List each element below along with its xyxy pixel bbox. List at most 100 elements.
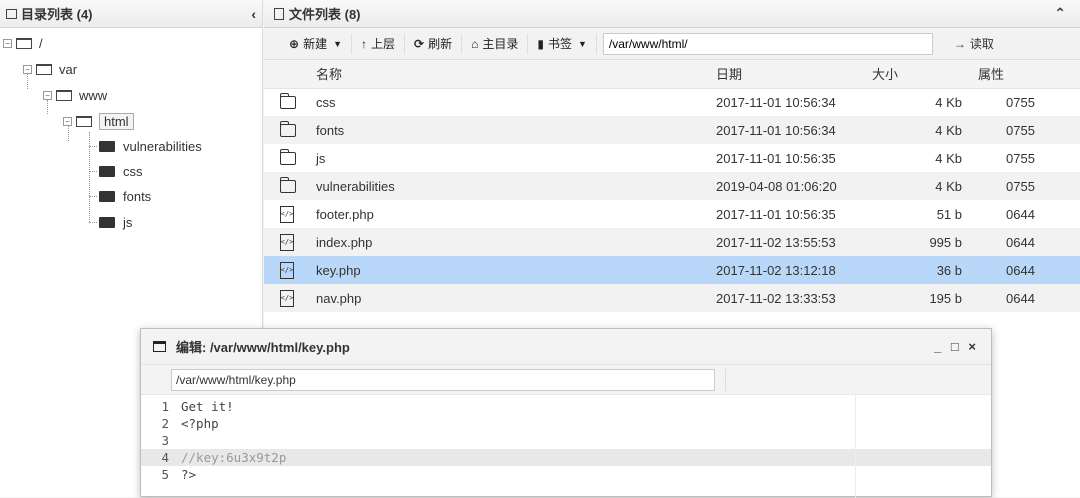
folder-open-icon [16, 37, 32, 49]
table-row[interactable]: css 2017-11-01 10:56:34 4 Kb 0755 [264, 88, 1080, 116]
tree-node-js[interactable]: js [99, 212, 132, 232]
table-row[interactable]: fonts 2017-11-01 10:56:34 4 Kb 0755 [264, 116, 1080, 144]
tree-node-html[interactable]: − html [63, 111, 134, 131]
read-button[interactable]: → 读取 [940, 32, 1008, 56]
tree-node-label: fonts [123, 188, 152, 204]
file-date: 2017-11-02 13:55:53 [716, 234, 836, 250]
up-button[interactable]: ↑ 上层 [352, 32, 404, 56]
folder-icon [279, 176, 296, 193]
collapse-toggle-icon[interactable]: − [23, 64, 32, 74]
bookmark-button[interactable]: ▮ 书签 ▼ [528, 32, 596, 56]
tree-node-var[interactable]: − var [23, 59, 77, 79]
column-header-name[interactable]: 名称 [306, 60, 706, 88]
file-size: 36 b [936, 262, 962, 278]
file-name: index.php [316, 234, 373, 250]
file-date: 2017-11-01 10:56:34 [716, 94, 836, 110]
home-button-label: 主目录 [482, 37, 519, 51]
folder-closed-icon [99, 190, 115, 202]
line-text: //key:6u3x9t2p [181, 450, 287, 465]
file-panel-title: 文件列表 (8) [289, 7, 361, 22]
file-date: 2017-11-01 10:56:34 [716, 122, 836, 138]
code-file-icon: </> [280, 289, 294, 307]
file-name: footer.php [316, 206, 374, 222]
folder-outline-icon [6, 8, 17, 19]
code-file-icon: </> [280, 261, 294, 279]
window-controls[interactable]: _ □ × [934, 339, 979, 354]
file-size: 195 b [929, 290, 962, 306]
print-margin-guide [855, 395, 856, 498]
table-row[interactable]: </> nav.php 2017-11-02 13:33:53 195 b 06… [264, 284, 1080, 312]
editor-path-input[interactable]: /var/www/html/key.php [171, 368, 715, 391]
tree-node-label: js [123, 214, 133, 230]
new-button[interactable]: ⊕ 新建 ▼ [280, 32, 351, 56]
file-date: 2017-11-02 13:33:53 [716, 290, 836, 306]
collapse-toggle-icon[interactable]: − [43, 90, 52, 100]
path-input[interactable] [602, 32, 933, 55]
file-name: key.php [316, 262, 361, 278]
arrow-up-icon: ↑ [361, 36, 367, 51]
tree-node-www[interactable]: − www [43, 85, 107, 105]
tree-node-label: www [79, 87, 108, 103]
caret-down-icon: ▼ [333, 38, 342, 49]
file-size: 4 Kb [935, 94, 962, 110]
file-size: 4 Kb [935, 178, 962, 194]
table-row-selected[interactable]: </> key.php 2017-11-02 13:12:18 36 b 064… [264, 256, 1080, 284]
refresh-button-label: 刷新 [428, 37, 453, 51]
line-number: 3 [161, 433, 169, 448]
file-name: fonts [316, 122, 345, 138]
file-attr: 0644 [1006, 234, 1035, 250]
folder-icon [279, 92, 296, 109]
line-text [181, 432, 991, 449]
home-button[interactable]: ⌂ 主目录 [462, 32, 527, 56]
up-button-label: 上层 [371, 37, 396, 51]
new-button-label: 新建 [303, 37, 328, 51]
collapse-up-icon[interactable]: ⌃ [1054, 5, 1066, 22]
file-size: 4 Kb [935, 122, 962, 138]
folder-closed-icon [99, 165, 115, 177]
file-attr: 0644 [1006, 206, 1035, 222]
toolbar-divider [725, 368, 726, 391]
tree-node-root[interactable]: − / [3, 33, 43, 53]
home-icon: ⌂ [471, 36, 479, 51]
code-editor[interactable]: 1 Get it! 2 <?php 3 4 //key:6u3x9t2p 5 ?… [141, 395, 991, 483]
toolbar-divider [595, 33, 597, 54]
table-row[interactable]: </> index.php 2017-11-02 13:55:53 995 b … [264, 228, 1080, 256]
file-size: 995 b [929, 234, 962, 250]
folder-closed-icon [99, 140, 115, 152]
line-number: 2 [161, 416, 169, 431]
collapse-toggle-icon[interactable]: − [63, 116, 72, 126]
file-date: 2017-11-01 10:56:35 [716, 206, 836, 222]
column-header-date[interactable]: 日期 [706, 60, 862, 88]
table-row[interactable]: vulnerabilities 2019-04-08 01:06:20 4 Kb… [264, 172, 1080, 200]
tree-node-label: var [59, 61, 78, 77]
refresh-button[interactable]: ⟳ 刷新 [405, 32, 461, 56]
folder-closed-icon [99, 216, 115, 228]
code-file-icon: </> [280, 205, 294, 223]
collapse-left-icon[interactable]: ‹ [251, 6, 256, 22]
file-attr: 0644 [1006, 290, 1035, 306]
tree-node-fonts[interactable]: fonts [99, 186, 151, 206]
tree-node-vulnerabilities[interactable]: vulnerabilities [99, 136, 202, 156]
column-header-attr[interactable]: 属性 [968, 60, 1080, 88]
file-outline-icon [274, 7, 284, 20]
file-size: 51 b [936, 206, 962, 222]
column-header-size[interactable]: 大小 [862, 60, 968, 88]
refresh-icon: ⟳ [414, 36, 425, 51]
file-date: 2017-11-01 10:56:35 [716, 150, 836, 166]
directory-panel-title: 目录列表 (4) [21, 7, 93, 22]
line-number: 4 [161, 450, 169, 465]
arrow-right-icon: → [953, 36, 966, 51]
code-file-icon: </> [280, 233, 294, 251]
tree-node-css[interactable]: css [99, 161, 143, 181]
editor-titlebar[interactable]: 编辑: /var/www/html/key.php _ □ × [141, 329, 991, 365]
line-number: 5 [161, 467, 169, 482]
collapse-toggle-icon[interactable]: − [3, 38, 12, 48]
folder-open-icon [56, 89, 72, 101]
file-toolbar: ⊕ 新建 ▼ ↑ 上层 ⟳ 刷新 ⌂ 主目录 ▮ 书签 ▼ → 读取 [264, 28, 1080, 60]
editor-window: 编辑: /var/www/html/key.php _ □ × /var/www… [140, 328, 992, 498]
file-panel-header: 文件列表 (8) ⌃ [264, 0, 1080, 28]
table-row[interactable]: </> footer.php 2017-11-01 10:56:35 51 b … [264, 200, 1080, 228]
table-row[interactable]: js 2017-11-01 10:56:35 4 Kb 0755 [264, 144, 1080, 172]
file-attr: 0644 [1006, 262, 1035, 278]
table-header-row: 名称 日期 大小 属性 [264, 60, 1080, 88]
